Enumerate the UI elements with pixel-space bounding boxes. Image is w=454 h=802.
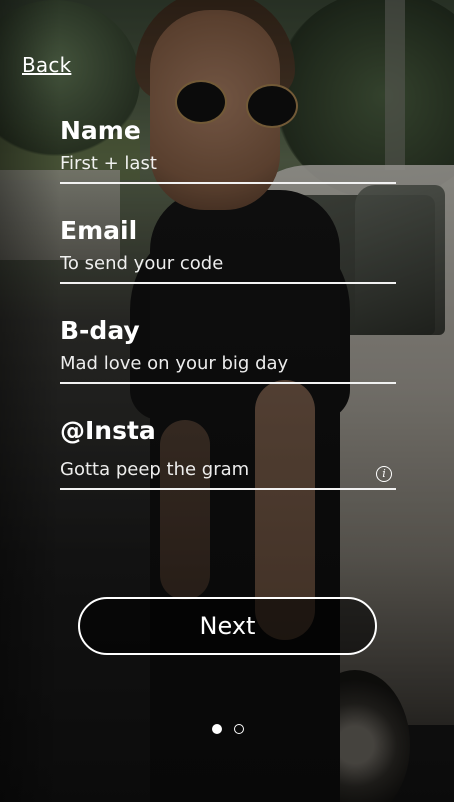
- next-button[interactable]: Next: [78, 597, 377, 655]
- page-dot-1: [212, 724, 222, 734]
- name-label: Name: [60, 116, 141, 145]
- instagram-input[interactable]: [60, 459, 396, 490]
- info-icon[interactable]: i: [376, 466, 392, 482]
- birthday-input[interactable]: [60, 353, 396, 384]
- birthday-field-group: B-day: [60, 318, 396, 384]
- form-content: Back Name Email B-day @Insta i Next: [0, 0, 454, 802]
- instagram-field-group: @Insta i: [60, 418, 396, 490]
- signup-screen: Back Name Email B-day @Insta i Next: [0, 0, 454, 802]
- name-field-group: Name: [60, 118, 396, 184]
- name-input[interactable]: [60, 153, 396, 184]
- email-label: Email: [60, 216, 138, 245]
- back-link[interactable]: Back: [22, 53, 71, 77]
- page-dot-2: [234, 724, 244, 734]
- email-field-group: Email: [60, 218, 396, 284]
- email-input[interactable]: [60, 253, 396, 284]
- page-indicator: [212, 724, 244, 734]
- instagram-label: @Insta: [60, 416, 156, 445]
- birthday-label: B-day: [60, 316, 140, 345]
